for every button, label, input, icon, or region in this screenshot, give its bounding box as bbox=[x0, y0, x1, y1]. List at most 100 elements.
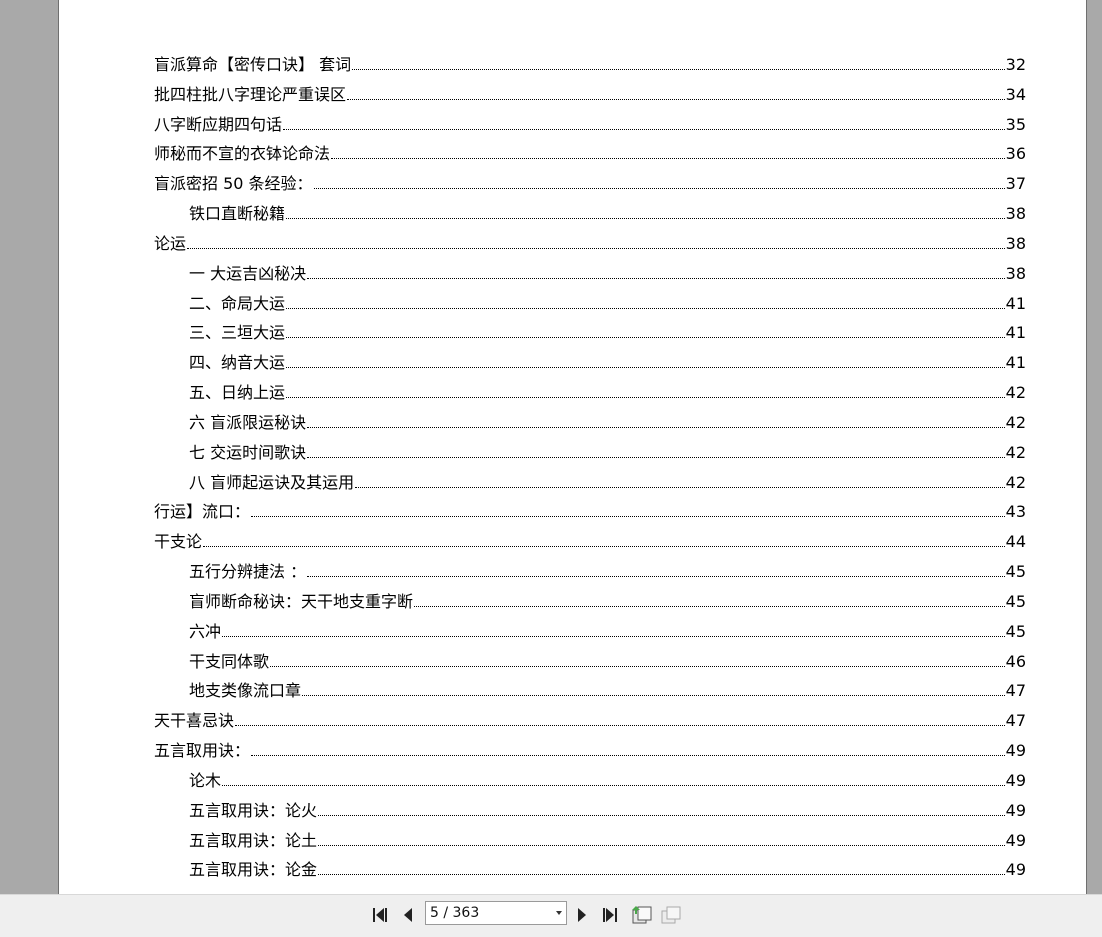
toc-entry-page-number: 45 bbox=[1005, 592, 1026, 611]
toc-entry-title: 八字断应期四句话 bbox=[154, 115, 283, 134]
toc-entry-title: 五、日纳上运 bbox=[189, 383, 286, 402]
toc-entry-title: 天干喜忌诀 bbox=[154, 711, 235, 730]
next-page-icon bbox=[578, 908, 586, 922]
toc-entry-title: 盲派密招 50 条经验： bbox=[154, 174, 313, 193]
toc-entry[interactable]: 铁口直断秘籍 38 bbox=[189, 202, 1026, 224]
toc-dot-leader bbox=[302, 694, 1005, 696]
previous-page-icon bbox=[404, 908, 412, 922]
toc-entry-title: 一 大运吉凶秘决 bbox=[189, 264, 307, 283]
toc-entry[interactable]: 五言取用诀： 49 bbox=[154, 739, 1026, 761]
toc-dot-leader bbox=[251, 515, 1005, 517]
toc-dot-leader bbox=[307, 277, 1005, 279]
toc-entry-page-number: 42 bbox=[1005, 473, 1026, 492]
toc-dot-leader bbox=[270, 665, 1005, 667]
toc-entry[interactable]: 三、三垣大运 41 bbox=[189, 321, 1026, 343]
toc-dot-leader bbox=[414, 605, 1005, 607]
toc-entry-title: 二、命局大运 bbox=[189, 294, 286, 313]
toc-entry-title: 五言取用诀：论火 bbox=[189, 801, 318, 820]
toc-dot-leader bbox=[286, 307, 1005, 309]
toc-entry-title: 八 盲师起运诀及其运用 bbox=[189, 473, 355, 492]
toc-entry[interactable]: 六 盲派限运秘诀 42 bbox=[189, 411, 1026, 433]
toc-dot-leader bbox=[318, 814, 1005, 816]
toc-entry-page-number: 38 bbox=[1005, 234, 1026, 253]
toc-entry[interactable]: 论运 38 bbox=[154, 232, 1026, 254]
toc-entry[interactable]: 二、命局大运 41 bbox=[189, 292, 1026, 314]
toc-entry-page-number: 42 bbox=[1005, 443, 1026, 462]
toc-dot-leader bbox=[307, 575, 1005, 577]
toc-dot-leader bbox=[187, 247, 1005, 249]
toc-entry-page-number: 37 bbox=[1005, 174, 1026, 193]
toc-entry-page-number: 38 bbox=[1005, 264, 1026, 283]
toc-entry-page-number: 34 bbox=[1005, 85, 1026, 104]
toc-entry-page-number: 47 bbox=[1005, 711, 1026, 730]
page-indicator: 5 / 363 bbox=[430, 905, 480, 921]
toc-entry[interactable]: 盲派算命【密传口诀】 套词 32 bbox=[154, 53, 1026, 75]
toc-entry[interactable]: 五言取用诀：论金 49 bbox=[189, 858, 1026, 880]
toc-dot-leader bbox=[318, 844, 1005, 846]
toc-entry-page-number: 49 bbox=[1005, 801, 1026, 820]
toc-entry-page-number: 41 bbox=[1005, 353, 1026, 372]
toc-entry[interactable]: 批四柱批八字理论严重误区 34 bbox=[154, 83, 1026, 105]
toc-entry-page-number: 45 bbox=[1005, 622, 1026, 641]
toc-dot-leader bbox=[222, 784, 1005, 786]
toc-entry-page-number: 44 bbox=[1005, 532, 1026, 551]
toc-entry[interactable]: 六冲 45 bbox=[189, 620, 1026, 642]
toc-entry[interactable]: 五、日纳上运 42 bbox=[189, 381, 1026, 403]
toc-entry[interactable]: 四、纳音大运 41 bbox=[189, 351, 1026, 373]
toc-entry-page-number: 49 bbox=[1005, 860, 1026, 879]
toc-entry[interactable]: 行运】流口： 43 bbox=[154, 500, 1026, 522]
toc-entry-page-number: 49 bbox=[1005, 771, 1026, 790]
last-page-icon bbox=[603, 908, 617, 922]
page-number-select[interactable]: 5 / 363 bbox=[425, 901, 567, 925]
toc-dot-leader bbox=[283, 128, 1005, 130]
first-page-button[interactable] bbox=[368, 903, 392, 927]
toc-entry-title: 四、纳音大运 bbox=[189, 353, 286, 372]
single-page-view-button[interactable] bbox=[630, 903, 654, 927]
toc-entry[interactable]: 师秘而不宣的衣钵论命法 36 bbox=[154, 142, 1026, 164]
toc-entry-title: 七 交运时间歌诀 bbox=[189, 443, 307, 462]
toc-dot-leader bbox=[352, 68, 1005, 70]
toc-entry-page-number: 46 bbox=[1005, 652, 1026, 671]
toc-entry-title: 铁口直断秘籍 bbox=[189, 204, 286, 223]
toc-entry[interactable]: 地支类像流口章 47 bbox=[189, 679, 1026, 701]
toc-entry[interactable]: 八字断应期四句话 35 bbox=[154, 113, 1026, 135]
toc-entry[interactable]: 论木 49 bbox=[189, 769, 1026, 791]
toc-entry-title: 师秘而不宣的衣钵论命法 bbox=[154, 144, 331, 163]
toc-entry[interactable]: 盲派密招 50 条经验： 37 bbox=[154, 172, 1026, 194]
multi-page-view-button[interactable] bbox=[659, 903, 683, 927]
previous-page-button[interactable] bbox=[396, 903, 420, 927]
toc-entry-title: 盲派算命【密传口诀】 套词 bbox=[154, 55, 352, 74]
toc-entry-page-number: 41 bbox=[1005, 294, 1026, 313]
toc-entry-page-number: 43 bbox=[1005, 502, 1026, 521]
toc-entry-page-number: 45 bbox=[1005, 562, 1026, 581]
navigation-toolbar: 5 / 363 bbox=[0, 894, 1102, 937]
toc-entry-title: 三、三垣大运 bbox=[189, 323, 286, 342]
toc-dot-leader bbox=[286, 336, 1005, 338]
toc-entry[interactable]: 五行分辨捷法 ： 45 bbox=[189, 560, 1026, 582]
toc-entry-title: 地支类像流口章 bbox=[189, 681, 302, 700]
toc-entry-page-number: 49 bbox=[1005, 831, 1026, 850]
document-viewport[interactable]: 盲派算命【密传口诀】 套词 32 批四柱批八字理论严重误区 34 八字断应期四句话 35 师… bbox=[0, 0, 1102, 894]
toc-entry[interactable]: 七 交运时间歌诀 42 bbox=[189, 441, 1026, 463]
toc-entry[interactable]: 八 盲师起运诀及其运用 42 bbox=[189, 471, 1026, 493]
toc-entry-page-number: 42 bbox=[1005, 383, 1026, 402]
toc-entry[interactable]: 一 大运吉凶秘决 38 bbox=[189, 262, 1026, 284]
toc-entry-title: 盲师断命秘诀：天干地支重字断 bbox=[189, 592, 414, 611]
toc-entry-page-number: 32 bbox=[1005, 55, 1026, 74]
toc-dot-leader bbox=[235, 724, 1005, 726]
last-page-button[interactable] bbox=[598, 903, 622, 927]
toc-entry-title: 行运】流口： bbox=[154, 502, 251, 521]
toc-entry[interactable]: 五言取用诀：论土 49 bbox=[189, 829, 1026, 851]
toc-entry[interactable]: 盲师断命秘诀：天干地支重字断 45 bbox=[189, 590, 1026, 612]
toc-entry-page-number: 41 bbox=[1005, 323, 1026, 342]
toc-entry[interactable]: 五言取用诀：论火 49 bbox=[189, 799, 1026, 821]
toc-entry[interactable]: 干支同体歌 46 bbox=[189, 650, 1026, 672]
toc-entry-title: 六冲 bbox=[189, 622, 222, 641]
toc-entry-title: 六 盲派限运秘诀 bbox=[189, 413, 307, 432]
toc-entry-page-number: 47 bbox=[1005, 681, 1026, 700]
toc-dot-leader bbox=[286, 366, 1005, 368]
toc-entry[interactable]: 干支论 44 bbox=[154, 530, 1026, 552]
toc-dot-leader bbox=[286, 217, 1005, 219]
toc-entry[interactable]: 天干喜忌诀 47 bbox=[154, 709, 1026, 731]
next-page-button[interactable] bbox=[570, 903, 594, 927]
